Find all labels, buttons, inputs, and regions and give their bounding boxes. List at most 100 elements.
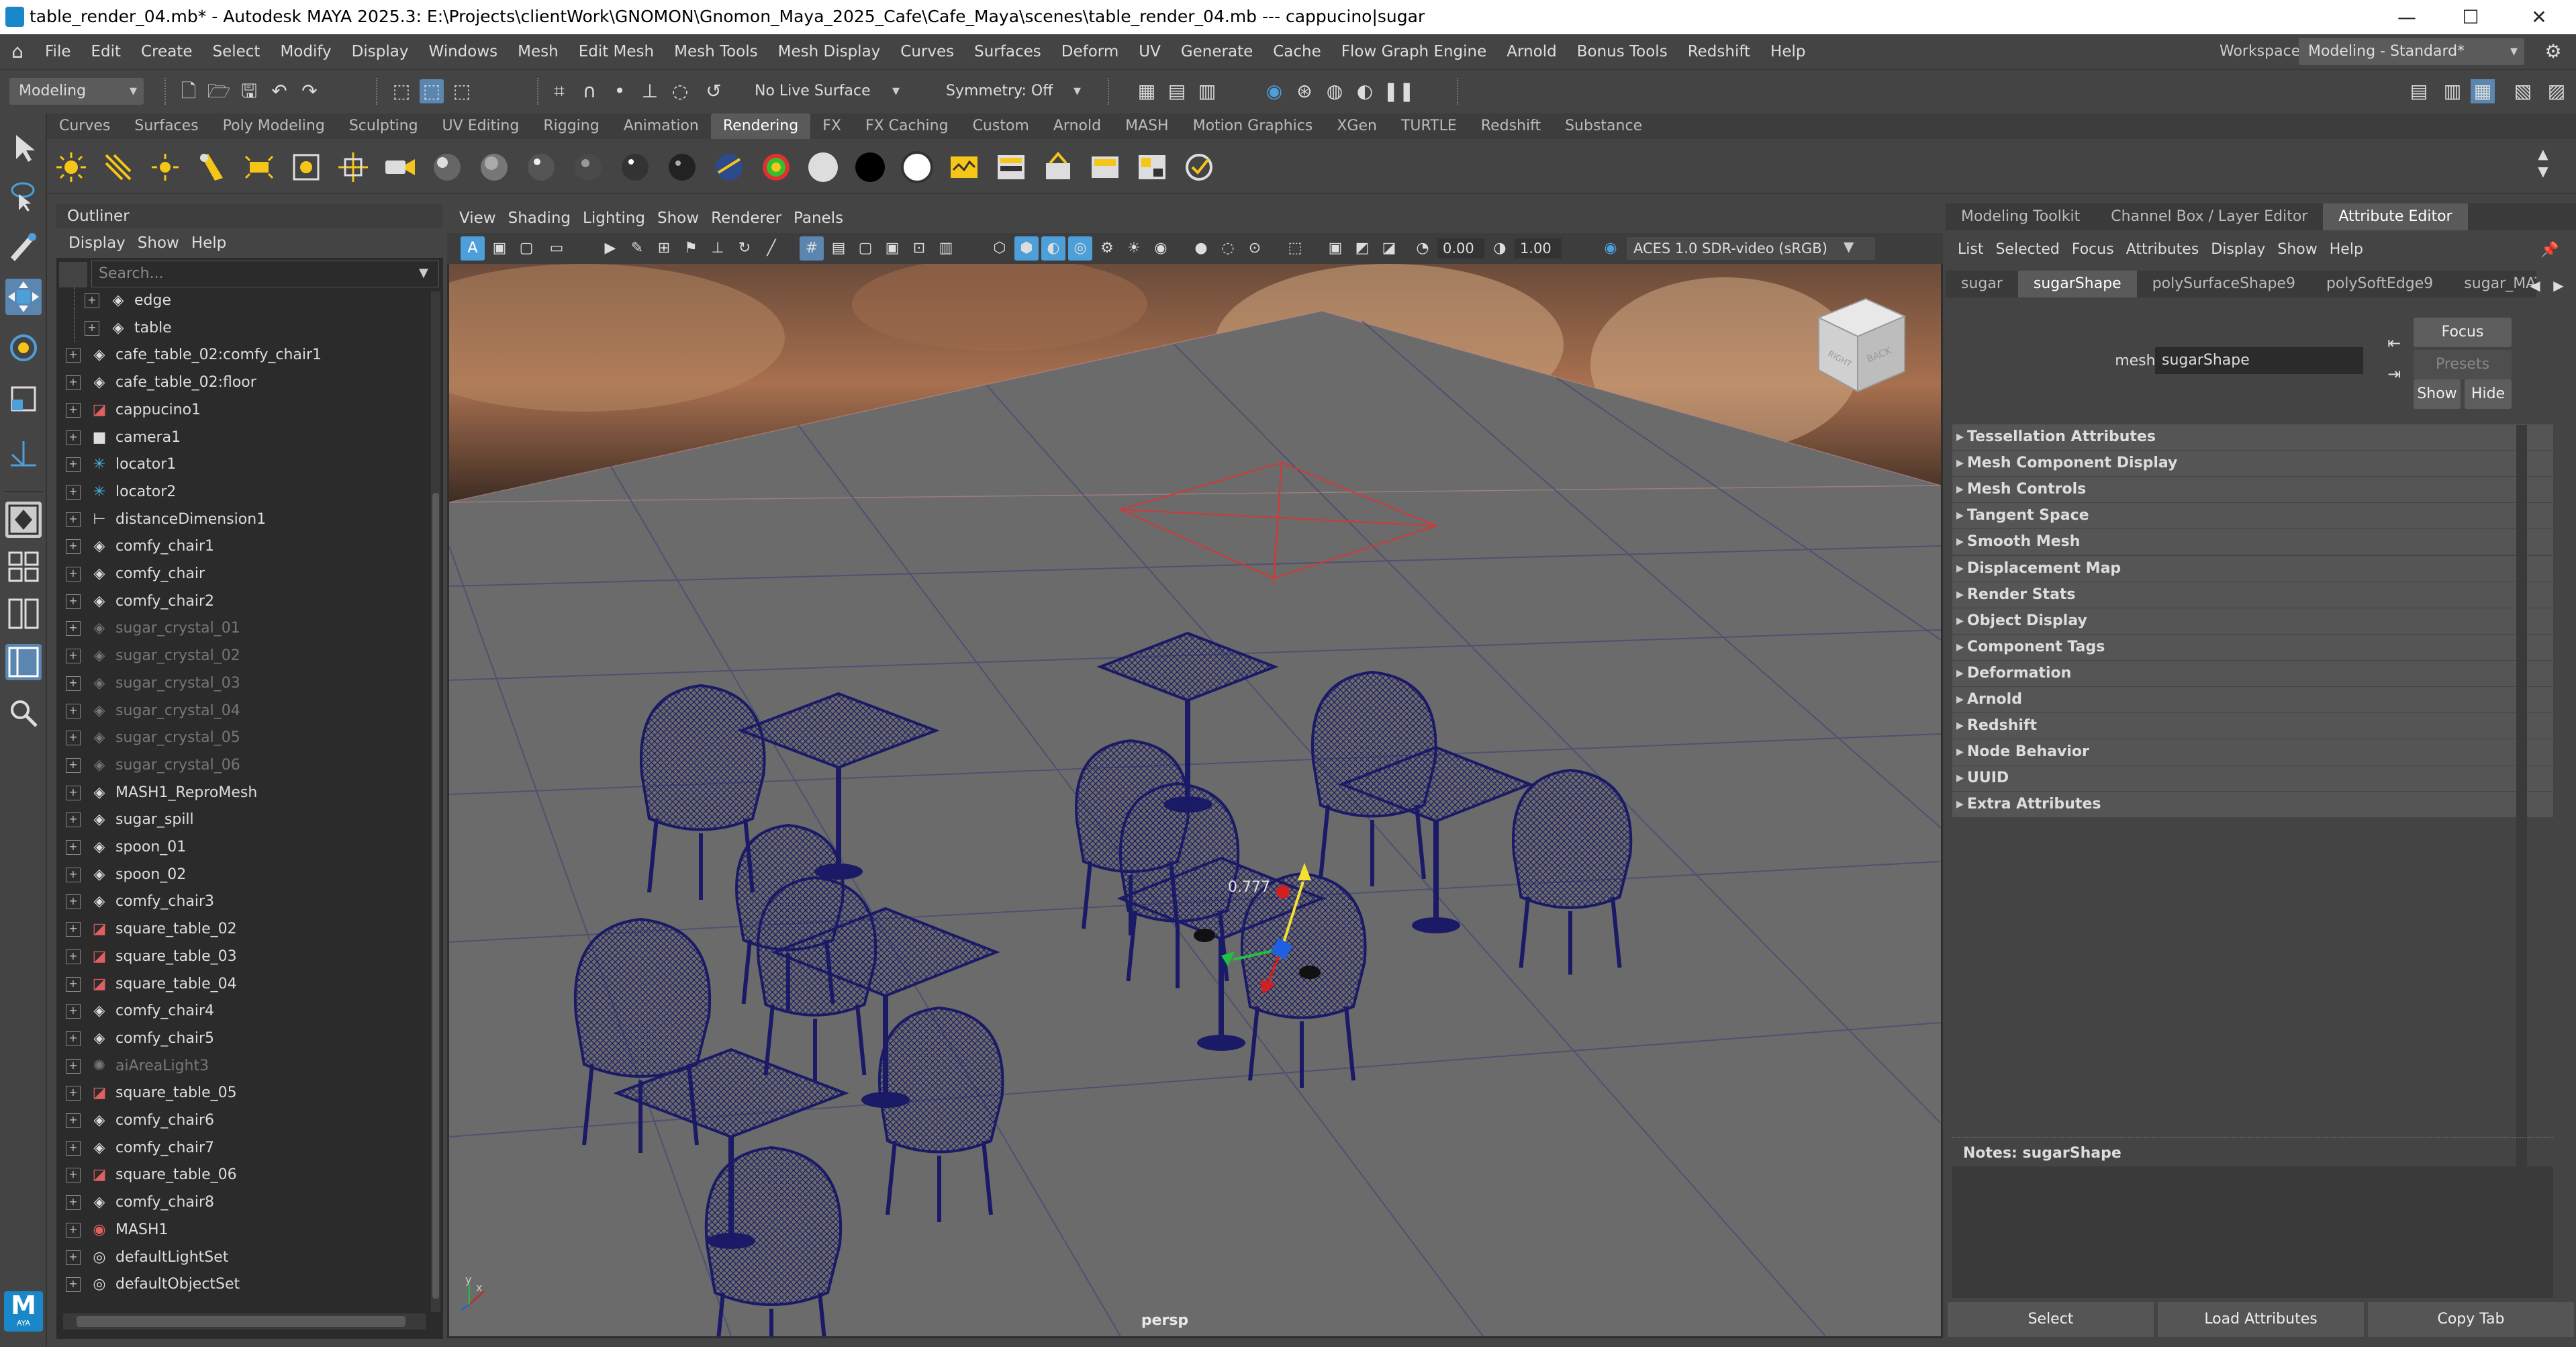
section-mesh-controls[interactable]: Mesh Controls <box>1952 477 2553 503</box>
expand-icon[interactable]: + <box>66 567 81 582</box>
expand-icon[interactable]: + <box>85 320 99 336</box>
outliner-item[interactable]: + ◉ MASH1 <box>66 1217 169 1244</box>
resolution-icon[interactable]: ▣ <box>1323 236 1347 261</box>
node-tab-sugarshape[interactable]: sugarShape <box>2017 271 2137 297</box>
textured-icon[interactable]: ◐ <box>1041 236 1065 261</box>
section-smooth-mesh[interactable]: Smooth Mesh <box>1952 529 2553 555</box>
outliner-item[interactable]: + ◪ square_table_03 <box>66 943 237 970</box>
expand-icon[interactable]: + <box>66 894 81 910</box>
field-chart-icon[interactable]: ╱ <box>759 236 783 261</box>
viewport-menu-shading[interactable]: Shading <box>496 210 571 227</box>
single-pane-layout-icon[interactable] <box>5 502 42 538</box>
home-icon[interactable]: ⌂ <box>0 34 35 69</box>
menuset-dropdown[interactable]: Modeling <box>9 78 144 105</box>
outliner-item[interactable]: + ◈ comfy_chair <box>66 561 205 588</box>
shelf-tab-rendering[interactable]: Rendering <box>710 113 811 139</box>
grey-swatch-icon[interactable] <box>900 150 935 185</box>
snap-point-icon[interactable]: • <box>608 79 632 103</box>
four-pane-layout-icon[interactable] <box>5 549 42 585</box>
render-sequence-icon[interactable] <box>994 150 1029 185</box>
select-component-icon[interactable]: ⬚ <box>450 79 474 103</box>
shelf-tab-animation[interactable]: Animation <box>612 113 711 139</box>
grid-icon[interactable]: # <box>800 236 824 261</box>
render-frame-icon[interactable]: ▤ <box>1165 79 1189 103</box>
ae-menu-list[interactable]: List <box>1946 241 1983 258</box>
shelf-tab-fx[interactable]: FX <box>810 113 853 139</box>
search-dropdown-icon[interactable]: ▼ <box>419 266 428 280</box>
panel-tab-modeling-toolkit[interactable]: Modeling Toolkit <box>1946 203 2095 230</box>
outliner-item[interactable]: + ◈ sugar_crystal_05 <box>66 725 240 751</box>
outliner-item[interactable]: + ◈ comfy_chair4 <box>66 998 214 1025</box>
expand-icon[interactable]: + <box>66 1031 81 1046</box>
outliner-item[interactable]: + ◪ square_table_02 <box>66 916 237 943</box>
shelf-tab-surfaces[interactable]: Surfaces <box>122 113 210 139</box>
menu-cache[interactable]: Cache <box>1263 34 1331 69</box>
presets-button[interactable]: Presets <box>2414 350 2512 379</box>
expand-icon[interactable]: + <box>66 1168 81 1183</box>
outliner-item[interactable]: + ◈ sugar_crystal_03 <box>66 670 240 697</box>
hide-button[interactable]: Hide <box>2465 379 2512 409</box>
outliner-menu-show[interactable]: Show <box>126 234 179 252</box>
pause-icon[interactable]: ❚❚ <box>1383 79 1415 103</box>
cancel-batch-icon[interactable] <box>1088 150 1123 185</box>
menu-select[interactable]: Select <box>202 34 270 69</box>
expand-icon[interactable]: + <box>66 457 81 473</box>
shelf-tab-sculpting[interactable]: Sculpting <box>337 113 430 139</box>
outliner-search-input[interactable]: Search... <box>91 261 439 287</box>
expand-icon[interactable]: + <box>66 1058 81 1074</box>
ae-menu-help[interactable]: Help <box>2318 241 2363 258</box>
ambient-occlusion-icon[interactable]: ☀ <box>1122 236 1146 261</box>
outliner-item[interactable]: + ◈ sugar_crystal_04 <box>66 698 240 725</box>
cappuccino-cup-icon[interactable] <box>1299 966 1321 979</box>
live-surface-dropdown[interactable]: No Live Surface <box>745 78 906 105</box>
viewport-menu-panels[interactable]: Panels <box>781 210 843 227</box>
outliner-h-scrollbar-thumb[interactable] <box>77 1316 406 1327</box>
redo-icon[interactable]: ↷ <box>297 79 322 103</box>
search-icon[interactable] <box>5 695 42 731</box>
sidebar-toggle-icon[interactable]: ▤ <box>2407 79 2431 103</box>
camera-icon[interactable] <box>336 150 371 185</box>
layer-editor-toggle-icon[interactable]: ▨ <box>2544 79 2569 103</box>
expand-icon[interactable]: + <box>66 1222 81 1238</box>
expand-icon[interactable]: + <box>66 1140 81 1156</box>
spot-light-icon[interactable] <box>195 150 230 185</box>
area-light-icon[interactable] <box>242 150 277 185</box>
focus-button[interactable]: Focus <box>2414 318 2512 347</box>
node-tab-polysurfaceshape9[interactable]: polySurfaceShape9 <box>2137 271 2311 297</box>
section-displacement-map[interactable]: Displacement Map <box>1952 555 2553 582</box>
expand-icon[interactable]: + <box>66 1277 81 1293</box>
motion-blur-icon[interactable]: ◉ <box>1149 236 1173 261</box>
last-tool-icon[interactable] <box>5 436 42 472</box>
expand-icon[interactable]: + <box>66 1086 81 1101</box>
outliner-item[interactable]: + ⊢ distanceDimension1 <box>66 506 266 533</box>
expand-icon[interactable]: + <box>66 922 81 937</box>
expand-icon[interactable]: + <box>66 812 81 828</box>
viewport-menu-show[interactable]: Show <box>645 210 699 227</box>
expand-icon[interactable]: + <box>66 348 81 363</box>
ae-menu-show[interactable]: Show <box>2265 241 2317 258</box>
hypershade-icon[interactable]: ⊛ <box>1292 79 1317 103</box>
image-plane-icon[interactable]: ▭ <box>544 236 569 261</box>
close-button[interactable]: ✕ <box>2502 0 2576 34</box>
go-to-input-icon[interactable]: ⇤ <box>2382 331 2406 355</box>
outliner-item[interactable]: + ◈ comfy_chair6 <box>66 1107 214 1134</box>
outliner-item[interactable]: + ◈ sugar_crystal_01 <box>66 615 240 642</box>
expand-icon[interactable]: + <box>66 1113 81 1128</box>
smooth-shade-icon[interactable]: ⬢ <box>1014 236 1039 261</box>
outliner-item[interactable]: + ◈ spoon_01 <box>66 834 186 861</box>
shelf-tab-mash[interactable]: MASH <box>1113 113 1181 139</box>
expand-icon[interactable]: + <box>66 703 81 718</box>
expand-icon[interactable]: + <box>66 375 81 391</box>
save-scene-icon[interactable]: 🖫 <box>237 79 261 103</box>
select-object-icon[interactable]: ⬚ <box>420 79 444 103</box>
exposure-field[interactable]: 0.00 <box>1437 238 1484 259</box>
menu-mesh-display[interactable]: Mesh Display <box>768 34 891 69</box>
section-tangent-space[interactable]: Tangent Space <box>1952 503 2553 529</box>
new-scene-icon[interactable]: 🗋 <box>177 79 201 103</box>
outliner-item[interactable]: + ◪ square_table_06 <box>66 1162 237 1189</box>
select-tool-icon[interactable] <box>5 130 42 166</box>
bookmarks-icon[interactable]: ▢ <box>514 236 538 261</box>
two-pane-layout-icon[interactable] <box>5 596 42 632</box>
cappuccino-cup-icon[interactable] <box>1194 929 1215 942</box>
viewport-scene[interactable]: 0.777 RIGHT BACK x y persp <box>449 264 1941 1336</box>
